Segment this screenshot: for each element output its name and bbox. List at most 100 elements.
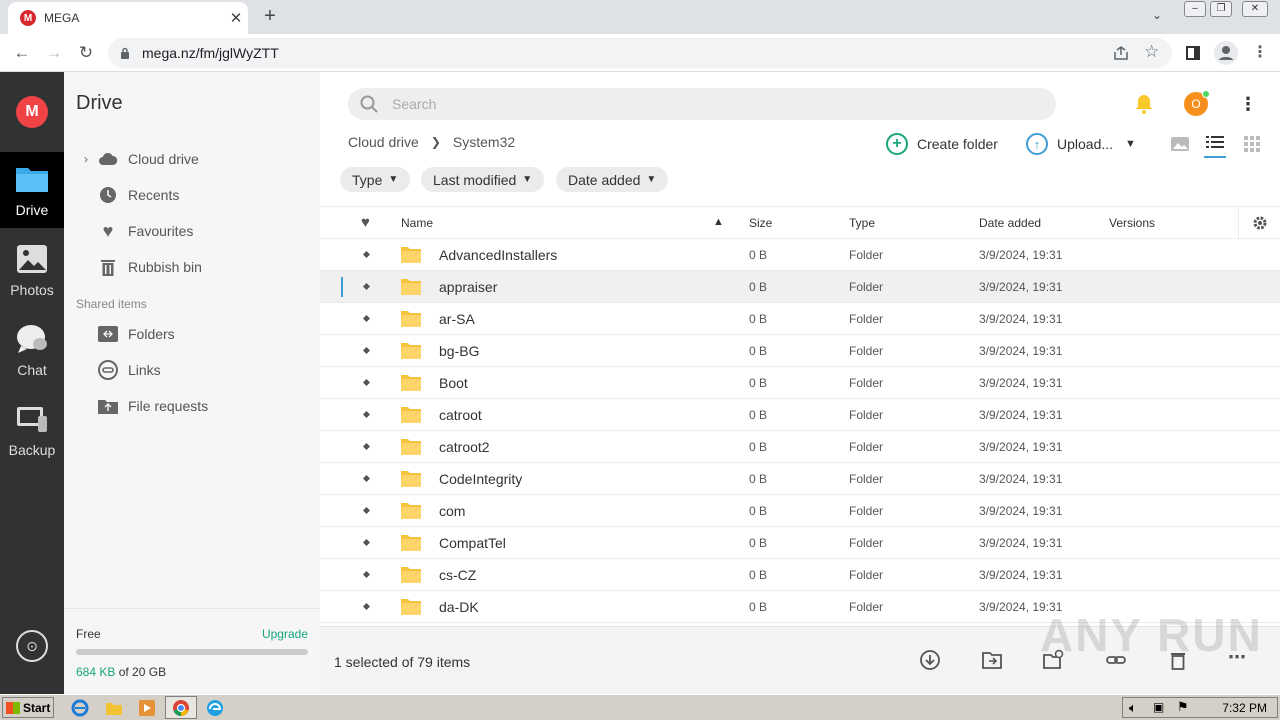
browser-tab[interactable]: M MEGA ✕: [8, 2, 248, 34]
file-name[interactable]: CodeIntegrity: [439, 471, 522, 487]
column-header-date-added[interactable]: Date added: [979, 216, 1041, 230]
favourite-toggle-icon[interactable]: [362, 506, 371, 515]
column-header-type[interactable]: Type: [849, 216, 875, 230]
action-center-flag-icon[interactable]: ⚑: [1177, 699, 1189, 715]
file-name[interactable]: catroot2: [439, 439, 490, 455]
notifications-bell-icon[interactable]: [1132, 92, 1156, 116]
more-options-icon[interactable]: ⋮: [1238, 92, 1258, 116]
favourite-toggle-icon[interactable]: [362, 602, 371, 611]
favourite-toggle-icon[interactable]: [362, 314, 371, 323]
table-row[interactable]: ar-SA 0 B Folder 3/9/2024, 19:31: [320, 303, 1280, 335]
file-name[interactable]: ar-SA: [439, 311, 475, 327]
url-bar[interactable]: mega.nz/fm/jglWyZTT: [108, 38, 1172, 68]
breadcrumb-item-cloud-drive[interactable]: Cloud drive: [348, 134, 419, 150]
favourite-toggle-icon[interactable]: [362, 570, 371, 579]
internet-explorer-icon[interactable]: [70, 698, 90, 718]
file-explorer-icon[interactable]: [104, 698, 124, 718]
close-tab-icon[interactable]: ✕: [224, 9, 248, 27]
sidebar-item-file-requests[interactable]: File requests: [84, 394, 314, 418]
search-input[interactable]: Search: [348, 88, 1056, 120]
download-icon[interactable]: [919, 649, 941, 671]
favourite-toggle-icon[interactable]: [362, 538, 371, 547]
favourite-toggle-icon[interactable]: [362, 346, 371, 355]
favourite-toggle-icon[interactable]: [362, 442, 371, 451]
favourite-toggle-icon[interactable]: [362, 250, 371, 259]
list-view-toggle[interactable]: [1204, 132, 1226, 158]
sidebar-item-links[interactable]: Links: [84, 358, 314, 382]
upload-button[interactable]: ↑ Upload... ▼: [1026, 132, 1136, 156]
bookmark-star-icon[interactable]: ☆: [1144, 42, 1159, 62]
sidebar-item-rubbish-bin[interactable]: Rubbish bin: [84, 255, 314, 279]
upgrade-link[interactable]: Upgrade: [262, 627, 308, 641]
network-icon[interactable]: ▣: [1153, 700, 1164, 714]
user-avatar[interactable]: O: [1184, 90, 1210, 116]
breadcrumb-item-current[interactable]: System32: [453, 134, 515, 150]
filter-date-added-chip[interactable]: Date added ▼: [556, 167, 669, 192]
rail-item-chat[interactable]: Chat: [0, 312, 64, 388]
table-row[interactable]: cs-CZ 0 B Folder 3/9/2024, 19:31: [320, 559, 1280, 591]
sort-ascending-icon[interactable]: ▲: [713, 216, 724, 228]
table-row[interactable]: AdvancedInstallers 0 B Folder 3/9/2024, 19:…: [320, 239, 1280, 271]
filter-type-chip[interactable]: Type ▼: [340, 167, 411, 192]
column-header-size[interactable]: Size: [749, 216, 772, 230]
file-name[interactable]: com: [439, 503, 465, 519]
start-button[interactable]: Start: [2, 697, 54, 718]
grid-view-icon[interactable]: [1242, 134, 1262, 154]
sidebar-item-cloud-drive[interactable]: › Cloud drive: [84, 147, 314, 171]
file-name[interactable]: CompatTel: [439, 535, 506, 551]
chevron-down-icon[interactable]: ▼: [1125, 138, 1136, 150]
column-settings-gear-icon[interactable]: [1252, 215, 1268, 231]
table-row[interactable]: com 0 B Folder 3/9/2024, 19:31: [320, 495, 1280, 527]
rail-item-photos[interactable]: Photos: [0, 232, 64, 308]
file-name[interactable]: bg-BG: [439, 343, 479, 359]
table-row[interactable]: CodeIntegrity 0 B Folder 3/9/2024, 19:31: [320, 463, 1280, 495]
favourite-toggle-icon[interactable]: [362, 378, 371, 387]
column-header-name[interactable]: Name: [401, 216, 433, 230]
favourite-toggle-icon[interactable]: [362, 474, 371, 483]
table-row[interactable]: bg-BG 0 B Folder 3/9/2024, 19:31: [320, 335, 1280, 367]
media-player-icon[interactable]: [137, 698, 157, 718]
side-panel-icon[interactable]: [1186, 46, 1200, 60]
chevron-right-icon[interactable]: ›: [84, 152, 98, 166]
sidebar-item-favourites[interactable]: ♥ Favourites: [84, 219, 314, 243]
share-icon[interactable]: [1112, 45, 1130, 61]
edge-icon[interactable]: [205, 698, 225, 718]
create-folder-button[interactable]: + Create folder: [886, 132, 998, 156]
file-name[interactable]: da-DK: [439, 599, 479, 615]
media-view-icon[interactable]: [1170, 134, 1190, 154]
favourite-toggle-icon[interactable]: [362, 282, 371, 291]
column-header-versions[interactable]: Versions: [1109, 216, 1155, 230]
favourite-column-heart-icon[interactable]: ♥: [361, 214, 370, 231]
favourite-toggle-icon[interactable]: [362, 410, 371, 419]
restore-icon[interactable]: ❐: [1210, 1, 1232, 17]
minimize-icon[interactable]: –: [1184, 1, 1206, 17]
sidebar-item-recents[interactable]: Recents: [84, 183, 314, 207]
table-row[interactable]: CompatTel 0 B Folder 3/9/2024, 19:31: [320, 527, 1280, 559]
tab-search-chevron-icon[interactable]: ⌄: [1152, 8, 1162, 22]
file-name[interactable]: cs-CZ: [439, 567, 476, 583]
filter-last-modified-chip[interactable]: Last modified ▼: [421, 167, 545, 192]
table-row[interactable]: catroot2 0 B Folder 3/9/2024, 19:31: [320, 431, 1280, 463]
help-icon[interactable]: ⊙: [16, 630, 48, 662]
rail-item-backup[interactable]: Backup: [0, 392, 64, 468]
browser-menu-icon[interactable]: ⋮: [1252, 42, 1268, 62]
close-window-icon[interactable]: ✕: [1242, 1, 1268, 17]
file-name[interactable]: catroot: [439, 407, 482, 423]
move-to-folder-icon[interactable]: [981, 649, 1003, 671]
new-tab-icon[interactable]: +: [258, 4, 282, 28]
rail-item-drive[interactable]: Drive: [0, 152, 64, 228]
table-row[interactable]: appraiser 0 B Folder 3/9/2024, 19:31: [320, 271, 1280, 303]
sidebar-item-folders[interactable]: Folders: [84, 322, 314, 346]
table-row[interactable]: catroot 0 B Folder 3/9/2024, 19:31: [320, 399, 1280, 431]
volume-icon[interactable]: 🔈︎: [1129, 700, 1137, 716]
table-row[interactable]: Boot 0 B Folder 3/9/2024, 19:31: [320, 367, 1280, 399]
back-icon[interactable]: ←: [10, 41, 34, 65]
forward-icon[interactable]: →: [42, 41, 66, 65]
file-name[interactable]: AdvancedInstallers: [439, 247, 557, 263]
taskbar-chrome-button[interactable]: [165, 696, 197, 719]
file-name[interactable]: Boot: [439, 375, 468, 391]
mega-logo[interactable]: M: [16, 96, 48, 128]
reload-icon[interactable]: ↻: [74, 41, 98, 65]
profile-icon[interactable]: [1214, 41, 1238, 65]
file-name[interactable]: appraiser: [439, 279, 497, 295]
